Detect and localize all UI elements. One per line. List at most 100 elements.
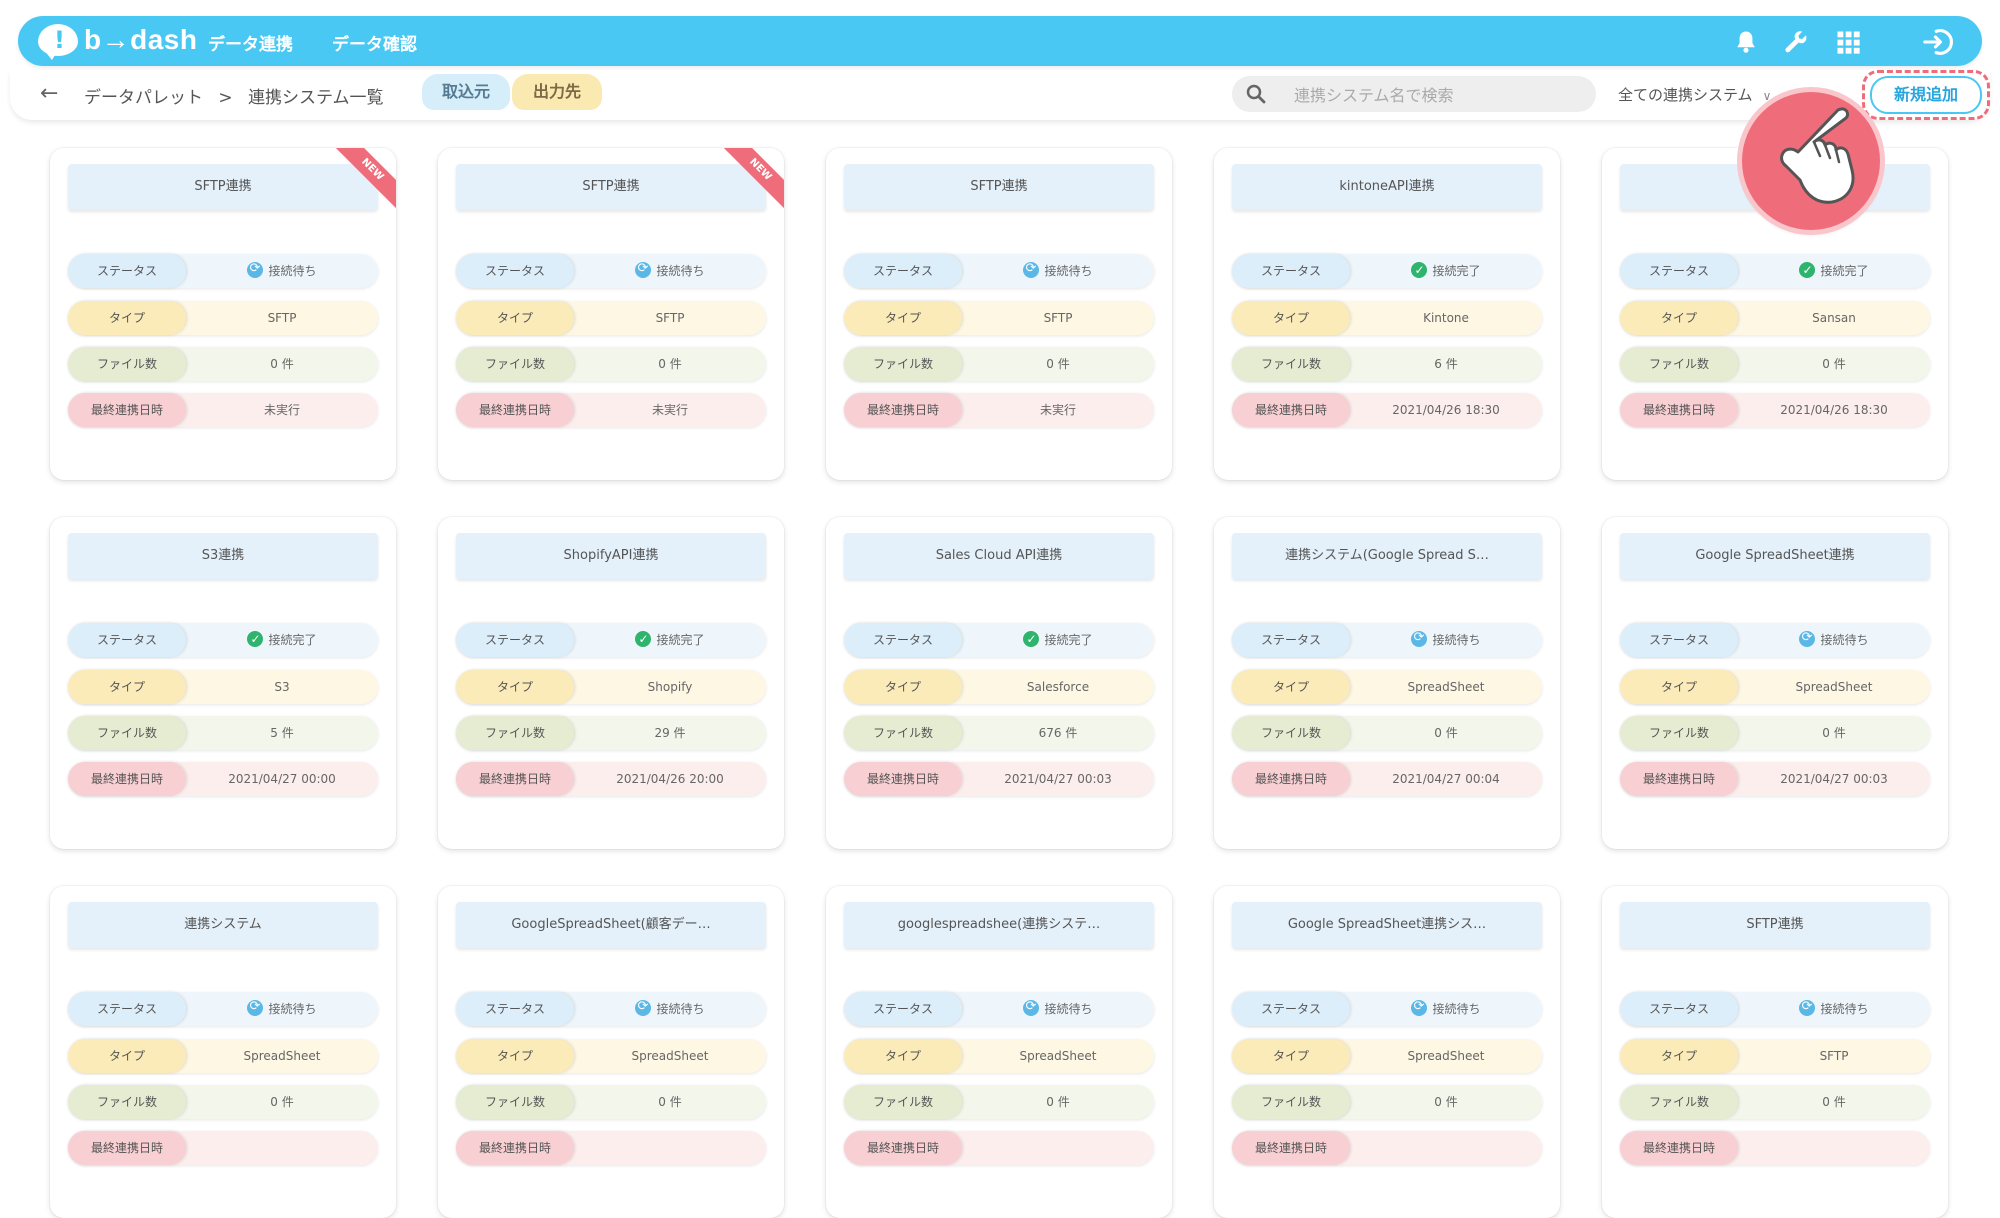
- file-count-row: ファイル数 29 件: [456, 716, 766, 750]
- wrench-icon[interactable]: [1782, 28, 1810, 56]
- file-count-row: ファイル数 0 件: [1232, 716, 1542, 750]
- status-label: ステータス: [68, 992, 186, 1026]
- file-count-value: 5 件: [270, 726, 294, 740]
- integration-card[interactable]: Sales Cloud API連携 ステータス 接続完了 タイプ Salesfo…: [826, 517, 1172, 849]
- type-label: タイプ: [456, 670, 574, 704]
- file-count-row: ファイル数 6 件: [1232, 347, 1542, 381]
- integration-card[interactable]: Google SpreadSheet連携 ステータス 接続待ち タイプ Spre…: [1602, 517, 1948, 849]
- status-row: ステータス 接続待ち: [1232, 992, 1542, 1026]
- status-value: 接続待ち: [574, 254, 766, 288]
- status-row: ステータス 接続完了: [1232, 254, 1542, 288]
- type-row: タイプ SFTP: [1620, 1039, 1930, 1073]
- type-value: SpreadSheet: [631, 1049, 709, 1063]
- last-sync-value: 2021/04/26 18:30: [1392, 403, 1500, 417]
- status-icon: [1023, 260, 1040, 278]
- search-box[interactable]: [1232, 76, 1596, 112]
- type-value: S3: [274, 680, 290, 694]
- file-count-label: ファイル数: [68, 716, 186, 750]
- status-value: 接続完了: [186, 623, 378, 657]
- status-row: ステータス 接続完了: [68, 623, 378, 657]
- file-count-row: ファイル数 0 件: [1620, 716, 1930, 750]
- type-value: SFTP: [1043, 311, 1073, 325]
- card-title: SFTP連携: [844, 164, 1154, 210]
- file-count-label: ファイル数: [844, 1085, 962, 1119]
- type-value: Sansan: [1812, 311, 1856, 325]
- type-label: タイプ: [844, 670, 962, 704]
- file-count-value: 0 件: [1434, 726, 1458, 740]
- status-icon: [247, 630, 264, 648]
- type-value: SpreadSheet: [1795, 680, 1873, 694]
- integration-card[interactable]: googlespreadshee(連携システ… ステータス 接続待ち タイプ S…: [826, 886, 1172, 1218]
- type-value: SpreadSheet: [243, 1049, 321, 1063]
- status-label: ステータス: [1620, 992, 1738, 1026]
- file-count-label: ファイル数: [456, 1085, 574, 1119]
- last-sync-row: 最終連携日時 2021/04/26 18:30: [1620, 393, 1930, 427]
- last-sync-value: [186, 1131, 378, 1165]
- file-count-label: ファイル数: [1620, 716, 1738, 750]
- last-sync-row: 最終連携日時 2021/04/27 00:03: [844, 762, 1154, 796]
- breadcrumb-data-palette[interactable]: データパレット: [84, 88, 203, 108]
- last-sync-row: 最終連携日時 2021/04/27 00:00: [68, 762, 378, 796]
- status-icon: [1799, 629, 1816, 647]
- status-value: 接続待ち: [1350, 992, 1542, 1026]
- tab-import-source[interactable]: 取込元: [422, 74, 510, 110]
- type-label: タイプ: [456, 1039, 574, 1073]
- nav-data-check[interactable]: データ確認: [332, 30, 417, 55]
- integration-card[interactable]: ShopifyAPI連携 ステータス 接続完了 タイプ Shopify ファイル…: [438, 517, 784, 849]
- bell-icon[interactable]: [1732, 28, 1760, 56]
- last-sync-row: 最終連携日時 2021/04/27 00:03: [1620, 762, 1930, 796]
- file-count-row: ファイル数 0 件: [1232, 1085, 1542, 1119]
- integration-card[interactable]: 連携システム ステータス 接続待ち タイプ SpreadSheet ファイル数 …: [50, 886, 396, 1218]
- search-input[interactable]: [1292, 82, 1586, 108]
- integration-card[interactable]: GoogleSpreadSheet(顧客デー… ステータス 接続待ち タイプ S…: [438, 886, 784, 1218]
- tab-export-destination[interactable]: 出力先: [512, 74, 602, 110]
- integration-card[interactable]: S3連携 ステータス 接続完了 タイプ S3 ファイル数 5 件 最終連携日時 …: [50, 517, 396, 849]
- last-sync-label: 最終連携日時: [456, 393, 574, 427]
- bdash-logo[interactable]: ! b→dash: [38, 22, 198, 60]
- status-label: ステータス: [456, 254, 574, 288]
- integration-card[interactable]: kintoneAPI連携 ステータス 接続完了 タイプ Kintone ファイル…: [1214, 148, 1560, 480]
- last-sync-label: 最終連携日時: [1620, 762, 1738, 796]
- status-row: ステータス 接続完了: [1620, 254, 1930, 288]
- file-count-row: ファイル数 0 件: [1620, 1085, 1930, 1119]
- nav-data-integration[interactable]: データ連携: [208, 30, 293, 55]
- status-row: ステータス 接続待ち: [844, 254, 1154, 288]
- type-label: タイプ: [1232, 301, 1350, 335]
- last-sync-row: 最終連携日時: [456, 1131, 766, 1165]
- integration-card[interactable]: Google SpreadSheet連携シス… ステータス 接続待ち タイプ S…: [1214, 886, 1560, 1218]
- integration-card[interactable]: 連携システム(Google Spread S… ステータス 接続待ち タイプ S…: [1214, 517, 1560, 849]
- status-row: ステータス 接続待ち: [456, 254, 766, 288]
- last-sync-label: 最終連携日時: [456, 762, 574, 796]
- logout-icon[interactable]: [1922, 25, 1956, 59]
- status-label: ステータス: [456, 992, 574, 1026]
- type-label: タイプ: [68, 1039, 186, 1073]
- status-label: ステータス: [456, 623, 574, 657]
- add-new-button[interactable]: 新規追加: [1870, 76, 1982, 114]
- status-icon: [1799, 998, 1816, 1016]
- integration-card[interactable]: SFTP連携 ステータス 接続待ち タイプ SFTP ファイル数 0 件 最終連…: [826, 148, 1172, 480]
- last-sync-value: [962, 1131, 1154, 1165]
- integration-card[interactable]: SFTP連携 ステータス 接続待ち タイプ SFTP ファイル数 0 件 最終連…: [438, 148, 784, 480]
- file-count-label: ファイル数: [68, 347, 186, 381]
- file-count-value: 0 件: [1822, 1095, 1846, 1109]
- file-count-value: 0 件: [658, 357, 682, 371]
- type-label: タイプ: [1232, 1039, 1350, 1073]
- card-title: kintoneAPI連携: [1232, 164, 1542, 210]
- file-count-label: ファイル数: [1620, 347, 1738, 381]
- system-filter-dropdown[interactable]: 全ての連携システム ∨: [1618, 84, 1771, 105]
- status-icon: [1411, 998, 1428, 1016]
- last-sync-value: 2021/04/27 00:00: [228, 772, 336, 786]
- chevron-down-icon: ∨: [1762, 89, 1772, 103]
- back-arrow-icon[interactable]: ←: [40, 81, 58, 106]
- integration-card[interactable]: SFTP連携 ステータス 接続待ち タイプ SFTP ファイル数 0 件 最終連…: [1602, 886, 1948, 1218]
- type-label: タイプ: [1620, 670, 1738, 704]
- card-title: SFTP連携: [68, 164, 378, 210]
- apps-grid-icon[interactable]: [1834, 28, 1862, 56]
- file-count-label: ファイル数: [1232, 716, 1350, 750]
- status-icon: [247, 998, 264, 1016]
- file-count-row: ファイル数 5 件: [68, 716, 378, 750]
- file-count-value: 0 件: [1046, 357, 1070, 371]
- integration-card[interactable]: SFTP連携 ステータス 接続待ち タイプ SFTP ファイル数 0 件 最終連…: [50, 148, 396, 480]
- file-count-value: 0 件: [270, 1095, 294, 1109]
- search-icon: [1246, 84, 1266, 104]
